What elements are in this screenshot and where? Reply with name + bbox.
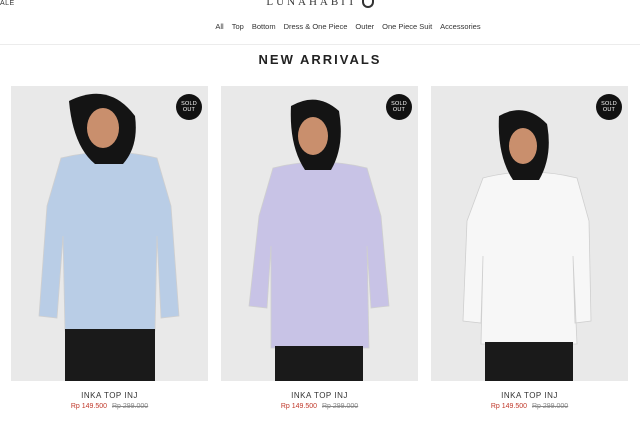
section-title: NEW ARRIVALS bbox=[258, 52, 382, 67]
category-nav: All Top Bottom Dress & One Piece Outer O… bbox=[0, 22, 640, 31]
product-price: Rp 149.500 Rp 299.000 bbox=[431, 403, 628, 410]
sale-price: Rp 149.500 bbox=[70, 403, 108, 410]
product-price: Rp 149.500 Rp 299.000 bbox=[11, 403, 208, 410]
product-image[interactable]: SOLD OUT bbox=[431, 86, 628, 381]
model-photo bbox=[431, 86, 628, 381]
nav-item-dress-one-piece[interactable]: Dress & One Piece bbox=[284, 22, 348, 31]
nav-item-top[interactable]: Top bbox=[232, 22, 244, 31]
product-name[interactable]: INKA TOP INJ bbox=[221, 391, 418, 400]
sale-price: Rp 149.500 bbox=[490, 403, 528, 410]
product-name[interactable]: INKA TOP INJ bbox=[11, 391, 208, 400]
product-grid: SOLD OUT INKA TOP INJ Rp 149.500 Rp 299.… bbox=[11, 86, 629, 410]
original-price: Rp 299.000 bbox=[111, 403, 149, 410]
nav-item-one-piece-suit[interactable]: One Piece Suit bbox=[382, 22, 432, 31]
nav-item-accessories[interactable]: Accessories bbox=[440, 22, 480, 31]
product-name[interactable]: INKA TOP INJ bbox=[431, 391, 628, 400]
model-photo bbox=[221, 86, 418, 381]
original-price: Rp 299.000 bbox=[321, 403, 359, 410]
sold-out-badge: SOLD OUT bbox=[386, 94, 412, 120]
nav-item-all[interactable]: All bbox=[215, 22, 223, 31]
sold-out-badge: SOLD OUT bbox=[176, 94, 202, 120]
product-card[interactable]: SOLD OUT INKA TOP INJ Rp 149.500 Rp 299.… bbox=[221, 86, 418, 410]
shirt-shape bbox=[462, 171, 592, 345]
nav-item-outer[interactable]: Outer bbox=[355, 22, 374, 31]
brand-name: LUNAHABIT bbox=[266, 0, 358, 8]
product-card[interactable]: SOLD OUT INKA TOP INJ Rp 149.500 Rp 299.… bbox=[431, 86, 628, 410]
product-card[interactable]: SOLD OUT INKA TOP INJ Rp 149.500 Rp 299.… bbox=[11, 86, 208, 410]
model-photo bbox=[11, 86, 208, 381]
product-image[interactable]: SOLD OUT bbox=[221, 86, 418, 381]
brand-mark-icon bbox=[361, 0, 374, 8]
nav-item-bottom[interactable]: Bottom bbox=[252, 22, 276, 31]
header-divider bbox=[0, 44, 640, 45]
product-price: Rp 149.500 Rp 299.000 bbox=[221, 403, 418, 410]
sale-price: Rp 149.500 bbox=[280, 403, 318, 410]
brand-logo[interactable]: LUNAHABIT bbox=[0, 0, 640, 8]
product-image[interactable]: SOLD OUT bbox=[11, 86, 208, 381]
original-price: Rp 299.000 bbox=[531, 403, 569, 410]
sold-out-badge: SOLD OUT bbox=[596, 94, 622, 120]
